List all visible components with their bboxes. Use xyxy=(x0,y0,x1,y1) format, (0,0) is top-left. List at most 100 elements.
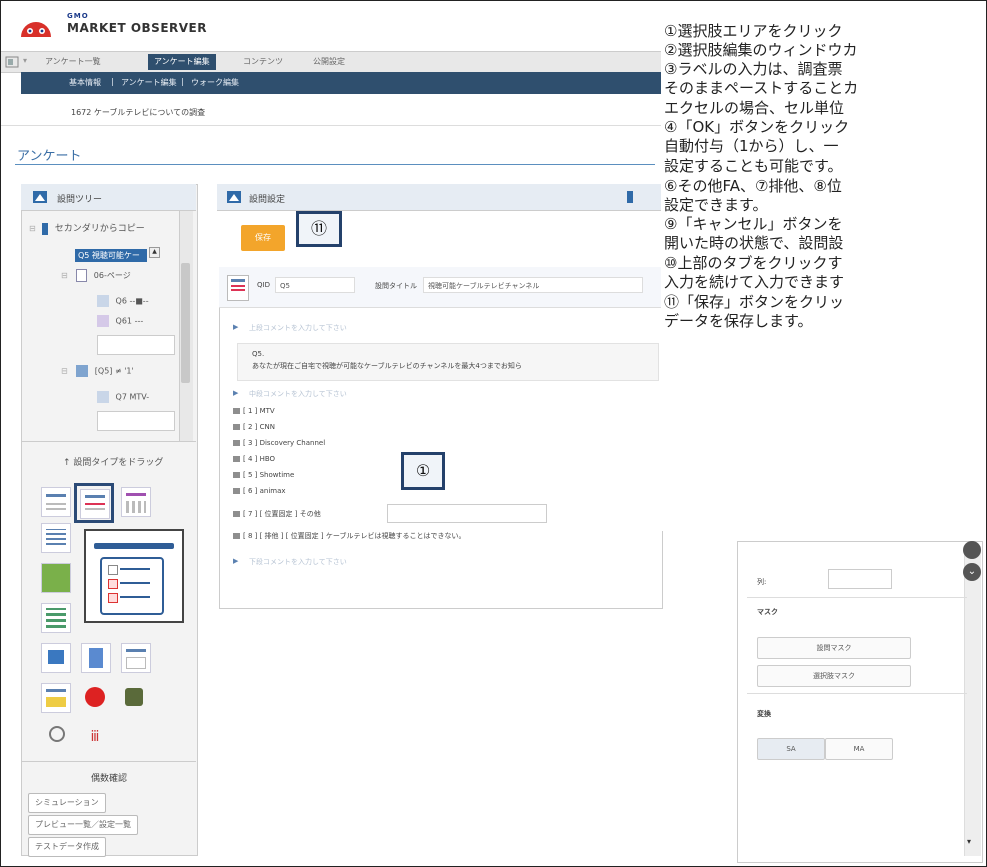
qtype-matrix[interactable] xyxy=(121,487,151,517)
expand-icon[interactable]: ▶ xyxy=(233,389,238,397)
checkbox-icon xyxy=(233,488,240,494)
tree-item-q7[interactable]: Q7 MTV- xyxy=(97,391,149,403)
question-id-row: QID Q5 設問タイトル 視聴可能ケーブルテレビチャンネル xyxy=(219,267,661,308)
choice-item[interactable]: [ 6 ] animax xyxy=(233,487,286,495)
instruction-line: ③ラベルの入力は、調査票 xyxy=(664,60,843,78)
tree-empty-field[interactable] xyxy=(97,411,175,431)
tab-contents[interactable]: コンテンツ xyxy=(237,54,289,70)
bottom-comment-input[interactable]: 下段コメントを入力して下さい xyxy=(249,557,347,567)
instruction-line: 設定できます。 xyxy=(664,196,768,214)
subnav-survey-edit[interactable]: アンケート編集 xyxy=(121,77,177,88)
stop-icon[interactable] xyxy=(81,683,109,711)
qtype-date[interactable] xyxy=(41,683,71,713)
menu-icon[interactable] xyxy=(5,56,19,68)
tab-survey-edit[interactable]: アンケート編集 xyxy=(148,54,216,70)
scroll-up-icon[interactable]: ▲ xyxy=(149,247,160,258)
choice-item[interactable]: [ 1 ] MTV xyxy=(233,407,275,415)
qtype-sort[interactable] xyxy=(41,643,71,673)
tab-publish-settings[interactable]: 公開設定 xyxy=(307,54,351,70)
qtype-text[interactable] xyxy=(121,643,151,673)
settings-icon xyxy=(227,191,241,203)
subnav-sep: | xyxy=(111,77,114,86)
collapse-icon[interactable]: ⊟ xyxy=(61,271,68,280)
qid-label: QID xyxy=(257,281,270,289)
instruction-line: エクセルの場合、セル単位 xyxy=(664,99,845,117)
choice-item-other[interactable]: [ 7 ] [ 位置固定 ] その他 xyxy=(233,509,321,519)
expand-icon[interactable]: ▶ xyxy=(233,557,238,565)
preview-list-button[interactable]: プレビュー一覧／設定一覧 xyxy=(28,815,138,835)
qtitle-input[interactable]: 視聴可能ケーブルテレビチャンネル xyxy=(423,277,643,293)
qtitle-label: 設問タイトル xyxy=(375,282,417,290)
question-text-box[interactable]: Q5. あなたが現在ご自宅で視聴が可能なケーブルテレビのチャンネルを最大4つまで… xyxy=(237,343,659,381)
main-tabbar: ▾ アンケート一覧 アンケート編集 コンテンツ 公開設定 xyxy=(1,51,661,73)
choice-item[interactable]: [ 3 ] Discovery Channel xyxy=(233,439,325,447)
dropdown-icon[interactable]: ▾ xyxy=(23,56,27,65)
tree-item-q61[interactable]: Q61 --- xyxy=(97,315,143,327)
question-number: Q5. xyxy=(252,350,265,358)
divider xyxy=(747,597,967,598)
row-input[interactable] xyxy=(828,569,892,589)
qtype-list[interactable] xyxy=(41,523,71,553)
qid-input[interactable]: Q5 xyxy=(275,277,355,293)
people-icon[interactable]: ⅲ xyxy=(81,723,109,751)
qtype-single[interactable] xyxy=(41,487,71,517)
question-mask-button[interactable]: 設問マスク xyxy=(757,637,911,659)
choice-item[interactable]: [ 5 ] Showtime xyxy=(233,471,294,479)
settings-header: 設問設定 xyxy=(217,184,661,211)
tree-item-q5[interactable]: Q5 視聴可能ケー xyxy=(75,249,147,262)
choice-item[interactable]: [ 2 ] CNN xyxy=(233,423,275,431)
tree-copy-secondary[interactable]: ⊟ セカンダリからコピー xyxy=(29,221,145,235)
tree-item-page[interactable]: ⊟ 06-ページ xyxy=(61,269,131,282)
screenshot-root: GMO MARKET OBSERVER ▾ アンケート一覧 アンケート編集 コン… xyxy=(0,0,987,867)
subnav-basic-info[interactable]: 基本情報 xyxy=(69,77,101,88)
instruction-line: データを保存します。 xyxy=(664,312,813,330)
expand-icon[interactable]: ▶ xyxy=(233,323,238,331)
right-scrollbar[interactable] xyxy=(964,546,981,856)
checkbox-icon xyxy=(233,440,240,446)
collapse-icon[interactable]: ⊟ xyxy=(29,224,36,233)
other-text-input[interactable] xyxy=(387,504,547,523)
instruction-line: ⑪「保存」ボタンをクリッ xyxy=(664,293,845,311)
mid-comment-input[interactable]: 中段コメントを入力して下さい xyxy=(249,389,347,399)
tree-empty-field[interactable] xyxy=(97,335,175,355)
tree-item-q6[interactable]: Q6 --■-- xyxy=(97,295,149,307)
question-type-icon xyxy=(227,275,249,301)
page-icon xyxy=(76,269,88,282)
instruction-line: そのままペーストすることカ xyxy=(664,79,859,97)
tab-survey-list[interactable]: アンケート一覧 xyxy=(39,54,107,70)
chevron-down-icon[interactable]: ⌄ xyxy=(963,563,981,581)
tree-title: 設問ツリー xyxy=(57,195,103,205)
save-button[interactable]: 保存 xyxy=(241,225,285,251)
checkbox-icon xyxy=(233,472,240,478)
checkbox-icon xyxy=(233,408,240,414)
sa-toggle[interactable]: SA xyxy=(757,738,825,760)
person-icon[interactable] xyxy=(41,723,69,751)
test-data-button[interactable]: テストデータ作成 xyxy=(28,837,106,857)
logo-icon xyxy=(21,22,51,37)
ma-toggle[interactable]: MA xyxy=(825,738,893,760)
instruction-line: ⑥その他FA、⑦排他、⑧位 xyxy=(664,177,842,195)
callout-eleven: ⑪ xyxy=(296,211,342,247)
simulation-button[interactable]: シミュレーション xyxy=(28,793,106,813)
tree-scroll-thumb[interactable] xyxy=(181,263,190,383)
option-mask-button[interactable]: 選択肢マスク xyxy=(757,665,911,687)
qtype-map[interactable] xyxy=(41,563,71,593)
qtype-selected-highlight xyxy=(74,483,114,523)
qtype-page[interactable] xyxy=(81,643,111,673)
gender-icon[interactable] xyxy=(121,683,149,711)
choice-item[interactable]: [ 4 ] HBO xyxy=(233,455,275,463)
qtype-table[interactable] xyxy=(41,603,71,633)
brand-gmo: GMO xyxy=(67,12,89,20)
tree-item-condition[interactable]: ⊟ [Q5] ≠ '1' xyxy=(61,365,134,377)
book-icon xyxy=(42,222,49,235)
choice-item-exclusive[interactable]: [ 8 ] [ 排他 ] [ 位置固定 ] ケーブルテレビは視聴することはできな… xyxy=(233,531,465,541)
title-underline xyxy=(15,164,655,165)
checkbox-icon xyxy=(233,533,240,539)
top-comment-input[interactable]: 上段コメントを入力して下さい xyxy=(249,323,347,333)
subnav-walk-edit[interactable]: ウォーク編集 xyxy=(191,77,239,88)
scroll-down-icon[interactable]: ▾ xyxy=(967,837,971,846)
instruction-line: 入力を続けて入力できます xyxy=(664,273,845,291)
collapse-icon[interactable]: ⊟ xyxy=(61,367,68,376)
scroll-up-icon[interactable] xyxy=(963,541,981,559)
convert-title: 変換 xyxy=(757,710,771,718)
